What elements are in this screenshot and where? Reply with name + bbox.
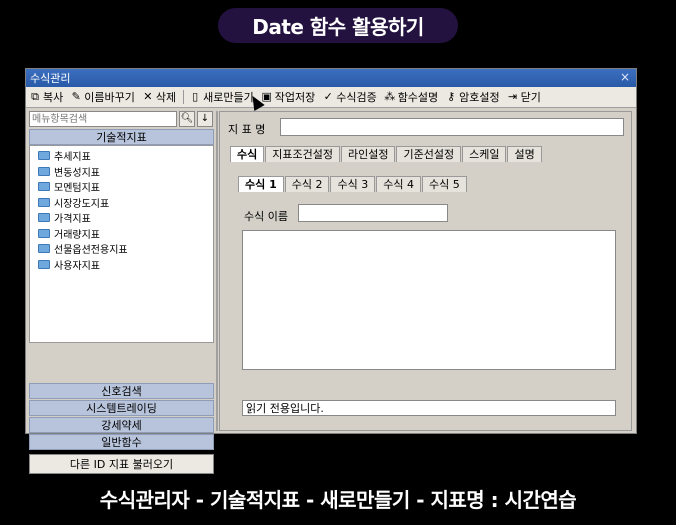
tree-item[interactable]: 가격지표 (30, 210, 213, 226)
panel-splitter[interactable] (216, 111, 218, 431)
formula-editor[interactable] (242, 230, 616, 370)
formula-name-input[interactable] (298, 204, 448, 222)
category-header[interactable]: 기술적지표 (29, 129, 214, 145)
window-title: 수식관리 (30, 72, 71, 85)
group-general-functions[interactable]: 일반함수 (29, 434, 214, 450)
tab-formula[interactable]: 수식 (230, 146, 265, 162)
tree-item[interactable]: 변동성지표 (30, 164, 213, 180)
tree-item[interactable]: 모멘텀지표 (30, 179, 213, 195)
tree-item[interactable]: 시장강도지표 (30, 195, 213, 211)
indicator-tree: 추세지표 변동성지표 모멘텀지표 시장강도지표 가격지표 거래량지표 선물옵션전… (29, 145, 214, 343)
formula-manager-window: 수식관리 × ⧉ 복사 ✎ 이름바꾸기 ✕ 삭제 ▯ 새로만들기 ▣ 작업저장 ✓ 수식검증… (25, 68, 637, 474)
folder-icon (38, 213, 50, 223)
indicator-name-input[interactable] (280, 118, 624, 136)
group-signal-search[interactable]: 신호검색 (29, 383, 214, 399)
search-bar: 🔍︎ ↓ (29, 111, 214, 127)
formula-tabs: 수식 1 수식 2 수식 3 수식 4 수식 5 (238, 176, 468, 192)
search-input[interactable] (29, 111, 177, 127)
main-tabs: 수식 지표조건설정 라인설정 기준선설정 스케일 설명 (230, 146, 543, 162)
rename-button[interactable]: ✎ 이름바꾸기 (70, 89, 135, 105)
right-panel: 지 표 명 수식 지표조건설정 라인설정 기준선설정 스케일 설명 수식 1 수… (219, 111, 632, 431)
verify-button[interactable]: ✓ 수식검증 (322, 89, 377, 105)
tab-baseline-settings[interactable]: 기준선설정 (396, 146, 462, 162)
tab-scale[interactable]: 스케일 (462, 146, 507, 162)
delete-button[interactable]: ✕ 삭제 (142, 89, 176, 105)
tree-item[interactable]: 거래량지표 (30, 226, 213, 242)
search-icon[interactable]: 🔍︎ (179, 111, 195, 127)
folder-icon (38, 228, 50, 238)
tab-formula-3[interactable]: 수식 3 (330, 176, 376, 192)
load-other-id-button[interactable]: 다른 ID 지표 불러오기 (29, 454, 214, 474)
window-titlebar: 수식관리 × (26, 69, 636, 87)
tree-item[interactable]: 사용자지표 (30, 257, 213, 273)
rename-icon: ✎ (71, 90, 81, 103)
folder-icon (38, 259, 50, 269)
tab-description[interactable]: 설명 (507, 146, 542, 162)
copy-button[interactable]: ⧉ 복사 (29, 89, 63, 105)
left-panel: 🔍︎ ↓ 기술적지표 추세지표 변동성지표 모멘텀지표 시장강도지표 가격지표 … (29, 111, 214, 474)
tab-formula-2[interactable]: 수식 2 (284, 176, 330, 192)
indicator-name-label: 지 표 명 (228, 123, 266, 136)
formula-name-label: 수식 이름 (244, 210, 288, 223)
group-system-trading[interactable]: 시스템트레이딩 (29, 400, 214, 416)
save-button[interactable]: ▣ 작업저장 (261, 89, 316, 105)
group-bull-bear[interactable]: 강세약세 (29, 417, 214, 433)
status-bar: 읽기 전용입니다. (242, 400, 616, 416)
tab-formula-1[interactable]: 수식 1 (238, 176, 284, 192)
password-button[interactable]: ⚷ 암호설정 (445, 89, 500, 105)
key-icon: ⚷ (447, 90, 456, 103)
function-help-button[interactable]: ⁂ 함수설명 (384, 89, 438, 105)
toolbar-divider (183, 90, 185, 104)
arrow-down-icon[interactable]: ↓ (197, 111, 213, 127)
tree-item[interactable]: 선물옵션전용지표 (30, 241, 213, 257)
new-doc-icon: ▯ (192, 90, 199, 103)
folder-icon (38, 182, 50, 192)
folder-icon (38, 244, 50, 254)
wand-icon: ⁂ (384, 90, 396, 103)
video-caption: 수식관리자 - 기술적지표 - 새로만들기 - 지표명 : 시간연습 (99, 488, 577, 512)
new-button[interactable]: ▯ 새로만들기 (189, 89, 254, 105)
tab-indicator-condition[interactable]: 지표조건설정 (265, 146, 340, 162)
exit-button[interactable]: ⇥ 닫기 (507, 89, 541, 105)
folder-icon (38, 197, 50, 207)
toolbar: ⧉ 복사 ✎ 이름바꾸기 ✕ 삭제 ▯ 새로만들기 ▣ 작업저장 ✓ 수식검증 ⁂ 함수설명 … (26, 87, 636, 108)
exit-icon: ⇥ (508, 90, 518, 103)
tab-line-settings[interactable]: 라인설정 (340, 146, 396, 162)
tab-formula-4[interactable]: 수식 4 (376, 176, 421, 192)
tab-formula-5[interactable]: 수식 5 (421, 176, 467, 192)
video-title: Date 함수 활용하기 (218, 8, 458, 43)
folder-icon (38, 166, 50, 176)
tree-item[interactable]: 추세지표 (30, 148, 213, 164)
delete-icon: ✕ (143, 90, 153, 103)
close-icon[interactable]: × (620, 70, 630, 84)
copy-icon: ⧉ (31, 90, 39, 103)
check-icon: ✓ (323, 90, 333, 103)
folder-icon (38, 151, 50, 161)
